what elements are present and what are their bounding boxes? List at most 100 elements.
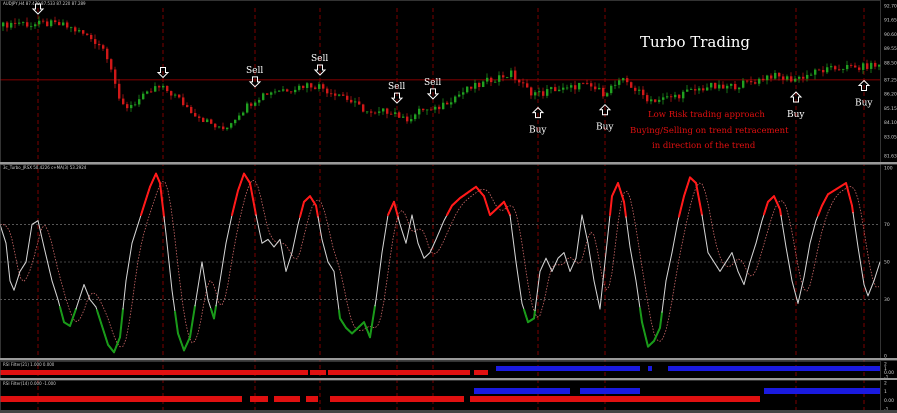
filter-bar <box>668 366 880 371</box>
oscillator-segment <box>578 228 581 238</box>
oscillator-segment <box>46 259 49 265</box>
candle-body <box>478 82 481 87</box>
oscillator-segment <box>201 261 204 269</box>
candle-body <box>654 99 657 102</box>
oscillator-segment <box>593 280 596 286</box>
oscillator-segment <box>587 242 590 250</box>
candle-body <box>854 65 857 68</box>
candle-body <box>482 81 485 87</box>
filter-bar <box>328 370 470 375</box>
buy-label: Buy <box>855 99 873 109</box>
oscillator-segment <box>514 253 517 263</box>
oscillator-tick-label: 100 <box>884 166 893 172</box>
candle-body <box>822 69 825 73</box>
chart-title: Turbo Trading <box>640 33 750 51</box>
oscillator-segment <box>37 220 40 226</box>
candle-body <box>646 95 649 102</box>
oscillator-segment <box>858 252 861 260</box>
oscillator-segment <box>599 299 602 310</box>
candle-body <box>574 85 577 90</box>
candle-body <box>82 30 85 34</box>
candle-body <box>602 87 605 97</box>
oscillator-segment <box>634 274 637 282</box>
oscillator-segment <box>860 265 863 273</box>
oscillator-segment <box>533 309 536 320</box>
candle-body <box>790 76 793 82</box>
oscillator-segment <box>805 259 808 267</box>
sell-label: Sell <box>311 54 328 64</box>
oscillator-segment <box>333 270 336 280</box>
oscillator-segment <box>414 228 417 235</box>
candle-body <box>810 74 813 76</box>
filter-bar <box>580 388 640 394</box>
candle-body <box>722 84 725 89</box>
candle-body <box>442 102 445 110</box>
oscillator-segment <box>583 223 586 230</box>
oscillator-segment <box>798 294 801 300</box>
oscillator-segment <box>609 204 612 216</box>
oscillator-segment <box>38 224 41 230</box>
candle-body <box>134 104 137 106</box>
candle-body <box>246 103 249 113</box>
oscillator-segment <box>610 195 613 207</box>
oscillator-segment <box>407 228 410 235</box>
oscillator-segment <box>214 304 217 314</box>
oscillator-segment <box>781 221 784 229</box>
candle-body <box>190 106 193 114</box>
candle-body <box>742 80 745 88</box>
candle-body <box>34 24 37 27</box>
candle-body <box>230 123 233 128</box>
oscillator-segment <box>194 299 197 307</box>
candle-body <box>154 86 157 92</box>
candle-body <box>842 69 845 70</box>
oscillator-segment <box>794 291 797 297</box>
oscillator-segment <box>25 255 28 263</box>
oscillator-segment <box>282 254 285 262</box>
candle-body <box>418 108 421 115</box>
candle-body <box>30 26 33 28</box>
candle-body <box>466 86 469 93</box>
candle-body <box>866 63 869 69</box>
oscillator-segment <box>173 304 176 313</box>
candle-body <box>430 109 433 111</box>
oscillator-segment <box>120 317 123 329</box>
oscillator-segment <box>396 212 399 218</box>
oscillator-segment <box>295 228 298 235</box>
oscillator-segment <box>628 238 631 248</box>
oscillator-segment <box>160 190 163 201</box>
buy-label: Buy <box>787 110 805 120</box>
oscillator-segment <box>50 276 53 282</box>
oscillator-segment <box>666 270 669 277</box>
oscillator-segment <box>294 233 297 239</box>
oscillator-segment <box>671 246 674 254</box>
rsi-filter-14-panel: RSI Filter(14) 0.000 -1.000 210.00-1 <box>0 381 894 413</box>
oscillator-segment <box>280 244 283 251</box>
candle-body <box>826 67 829 73</box>
oscillator-segment <box>664 280 667 290</box>
oscillator-segment <box>803 270 806 278</box>
oscillator-segment <box>597 299 600 305</box>
oscillator-segment <box>415 233 418 239</box>
candle-body <box>698 88 701 91</box>
oscillator-segment <box>161 198 164 210</box>
oscillator-segment <box>170 280 173 291</box>
oscillator-segment <box>297 220 300 225</box>
oscillator-segment <box>165 233 168 244</box>
candle-body <box>718 84 721 89</box>
oscillator-segment <box>206 292 209 301</box>
candle-body <box>162 85 165 88</box>
oscillator-segment <box>381 245 384 254</box>
candle-body <box>58 22 61 26</box>
price-tick-label: 89.55 <box>884 46 897 52</box>
oscillator-segment <box>163 216 166 226</box>
oscillator-segment <box>595 289 598 296</box>
candle-body <box>454 96 457 103</box>
oscillator-segment <box>176 325 179 335</box>
buy-label: Buy <box>529 126 547 136</box>
oscillator-segment <box>517 275 520 284</box>
candle-body <box>506 77 509 78</box>
candle-body <box>538 91 541 93</box>
oscillator-segment <box>226 233 229 239</box>
oscillator-segment <box>174 310 177 321</box>
oscillator-segment <box>5 242 8 254</box>
